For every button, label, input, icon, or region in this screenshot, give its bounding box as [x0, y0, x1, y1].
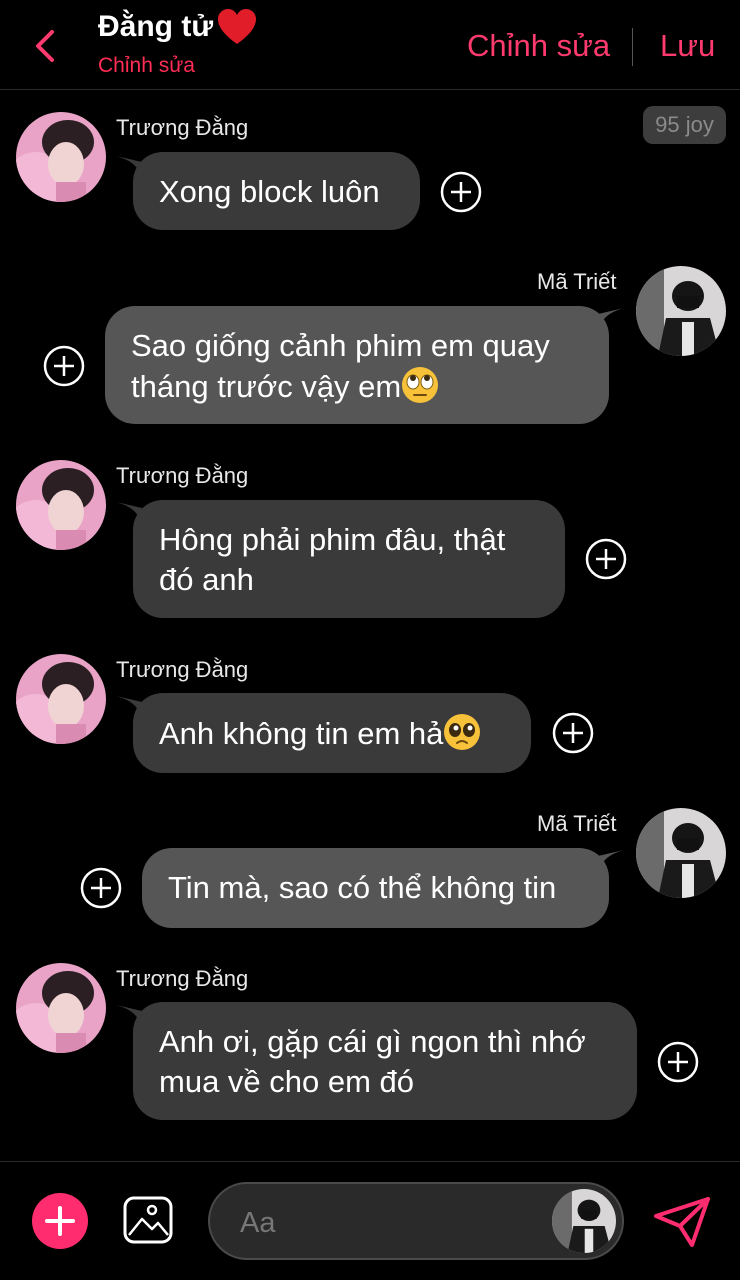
plus-circle-icon[interactable] [43, 345, 85, 387]
message-input-placeholder: Aa [240, 1207, 276, 1239]
sender-name: Trương Đằng [116, 966, 249, 991]
message-text-line: mua về cho em đó [159, 1064, 415, 1099]
avatar-truong-dang[interactable] [16, 112, 106, 202]
chat-header: Đằng tử Chỉnh sửa Chỉnh sửa Lưu [0, 0, 740, 90]
message-text-line: Anh ơi, gặp cái gì ngon thì nhớ [159, 1024, 586, 1059]
avatar-truong-dang[interactable] [16, 654, 106, 744]
add-button[interactable] [32, 1193, 88, 1249]
sender-name: Mã Triết [537, 269, 617, 294]
message-bubble[interactable]: Tin mà, sao có thể không tin [142, 848, 609, 928]
sender-name: Mã Triết [537, 811, 617, 836]
chat-subtitle[interactable]: Chỉnh sửa [98, 54, 257, 78]
chat-title: Đằng tử [98, 8, 257, 46]
plus-circle-icon[interactable] [552, 712, 594, 754]
sender-name: Trương Đằng [116, 463, 249, 488]
message-input[interactable]: Aa [208, 1182, 624, 1260]
sender-name: Trương Đằng [116, 115, 249, 140]
avatar-truong-dang[interactable] [16, 460, 106, 550]
message-bubble[interactable]: Hông phải phim đâu, thật đó anh [133, 500, 565, 618]
chat-title-text: Đằng tử [98, 10, 214, 43]
avatar-truong-dang[interactable] [16, 963, 106, 1053]
message-text-line: tháng trước vậy em [131, 366, 583, 407]
image-icon[interactable] [122, 1195, 174, 1245]
message-text-line: đó anh [159, 562, 254, 597]
message-text-line: Sao giống cảnh phim em quay [131, 328, 550, 363]
pleading-face-emoji-icon [444, 714, 481, 750]
message-text: Tin mà, sao có thể không tin [168, 870, 557, 905]
plus-circle-icon[interactable] [585, 538, 627, 580]
avatar-ma-triet[interactable] [636, 266, 726, 356]
input-avatar[interactable] [552, 1189, 616, 1253]
plus-circle-icon[interactable] [657, 1041, 699, 1083]
avatar-ma-triet[interactable] [636, 808, 726, 898]
send-icon[interactable] [652, 1196, 712, 1248]
add-icon [45, 1206, 75, 1236]
plus-circle-icon[interactable] [80, 867, 122, 909]
header-divider [632, 28, 633, 66]
joy-badge: 95 joy [643, 106, 726, 144]
heart-icon [218, 9, 257, 44]
composer-bar: Aa [0, 1161, 740, 1280]
back-chevron-icon[interactable] [30, 28, 60, 64]
message-text-line: Hông phải phim đâu, thật [159, 522, 506, 557]
plus-circle-icon[interactable] [440, 171, 482, 213]
message-bubble[interactable]: Xong block luôn [133, 152, 420, 230]
sender-name: Trương Đằng [116, 657, 249, 682]
rolling-eyes-emoji-icon [402, 367, 439, 403]
message-text: Xong block luôn [159, 174, 380, 209]
message-bubble[interactable]: Anh không tin em hả [133, 693, 531, 773]
message-bubble[interactable]: Anh ơi, gặp cái gì ngon thì nhớ mua về c… [133, 1002, 637, 1120]
message-bubble[interactable]: Sao giống cảnh phim em quay tháng trước … [105, 306, 609, 424]
message-text: Anh không tin em hả [159, 716, 444, 751]
chat-title-block: Đằng tử Chỉnh sửa [98, 8, 257, 78]
save-button[interactable]: Lưu [660, 28, 715, 64]
edit-button[interactable]: Chỉnh sửa [467, 28, 610, 64]
